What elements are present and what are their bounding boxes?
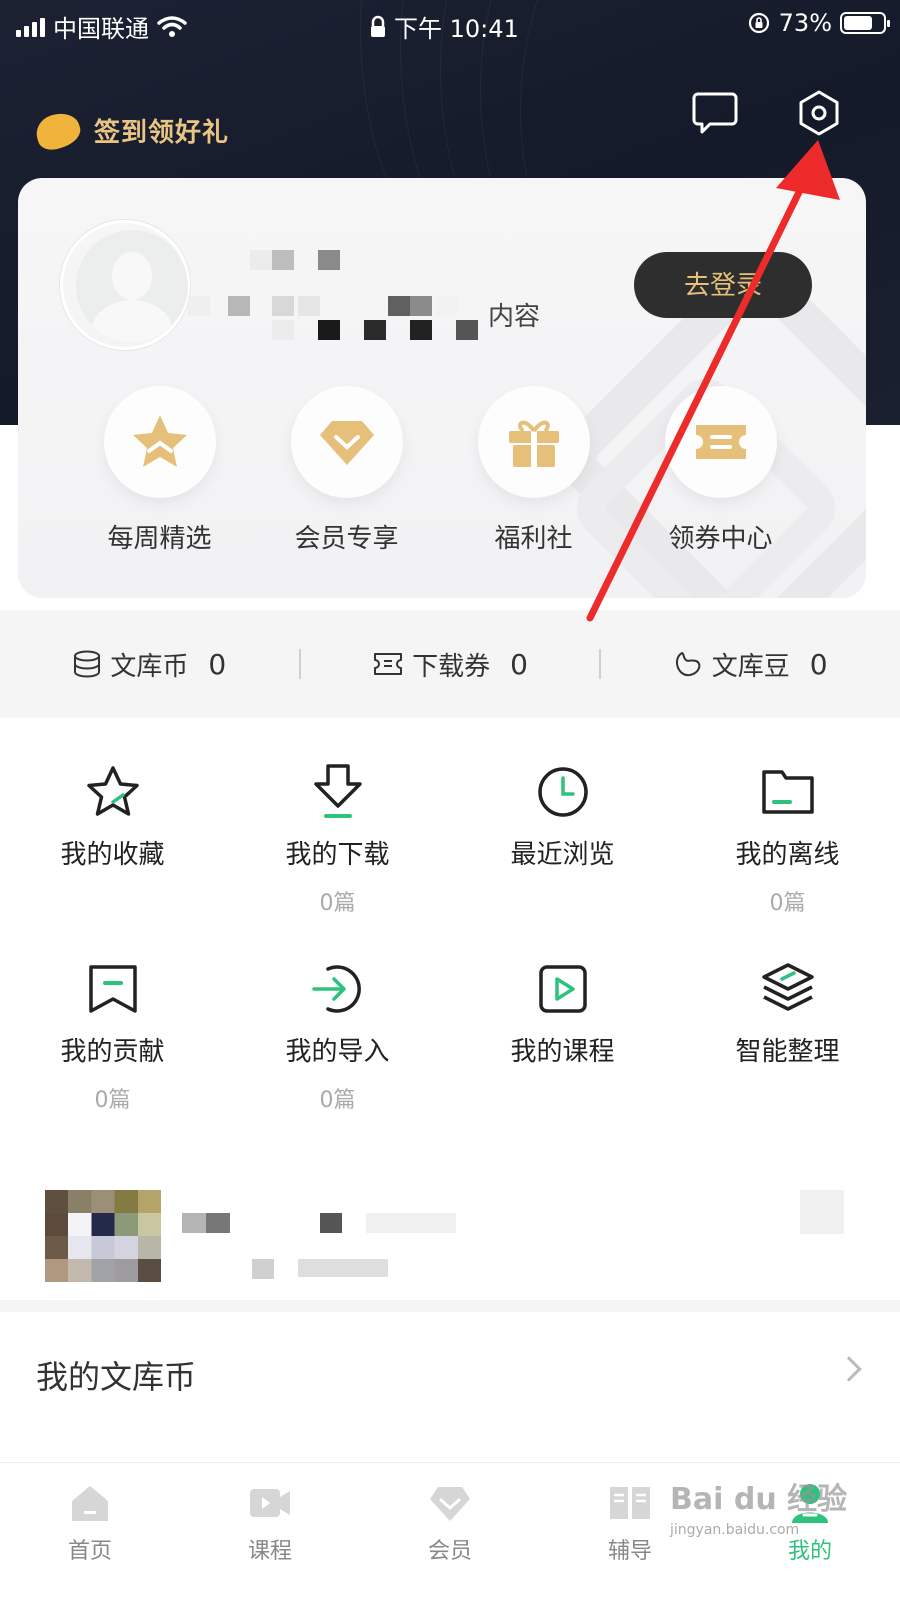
play-icon xyxy=(538,965,587,1013)
tab-label: 辅导 xyxy=(607,1539,652,1564)
tab-label: 课程 xyxy=(247,1539,292,1564)
recent-views[interactable]: 最近浏览 xyxy=(450,760,675,957)
avatar[interactable] xyxy=(76,230,188,342)
tab-label: 首页 xyxy=(67,1539,112,1564)
profile-card: 内容 去登录 每周精选 会员专享 福利社 领券中心 xyxy=(18,178,866,598)
rotation-lock-icon xyxy=(748,12,769,34)
star-outline-icon xyxy=(86,766,139,816)
bookmark-icon xyxy=(88,965,137,1013)
promo-banner-blurred[interactable] xyxy=(0,1165,900,1300)
counter-value: 0 xyxy=(208,647,227,681)
perk-row: 每周精选 会员专享 福利社 领券中心 xyxy=(18,386,866,555)
download-icon xyxy=(313,764,362,818)
promo-title-blur xyxy=(366,1213,456,1233)
promo-thumbnail-blur xyxy=(45,1190,161,1282)
clock-label: 下午 10:41 xyxy=(394,15,519,43)
ticket-icon xyxy=(695,425,746,459)
function-grid: 我的收藏 我的下载 0篇 最近浏览 我的离线 0篇 我的贡献 0篇 我的导入 0… xyxy=(0,760,900,1154)
battery-icon xyxy=(840,12,890,34)
voucher-icon xyxy=(374,653,403,675)
tab-home[interactable]: 首页 xyxy=(0,1463,180,1600)
my-wenku-coin-row[interactable]: 我的文库币 xyxy=(0,1312,900,1430)
counter-label: 文库豆 xyxy=(711,651,790,682)
gift-icon xyxy=(508,420,559,467)
perk-label: 领券中心 xyxy=(668,524,773,554)
my-favorites[interactable]: 我的收藏 xyxy=(0,760,225,957)
function-label: 最近浏览 xyxy=(510,840,615,870)
perk-member-exclusive[interactable]: 会员专享 xyxy=(253,386,440,555)
battery-percent: 73% xyxy=(778,9,832,37)
diamond-icon xyxy=(319,421,374,465)
promo-action-blur xyxy=(800,1190,844,1234)
function-count: 0篇 xyxy=(769,891,806,916)
watermark-url: jingyan.baidu.com xyxy=(670,1522,800,1538)
watermark-text: Bai du 经验 xyxy=(670,1482,848,1517)
wallet-row-label: 我的文库币 xyxy=(36,1358,197,1396)
my-imports[interactable]: 我的导入 0篇 xyxy=(225,957,450,1154)
function-label: 我的下载 xyxy=(285,840,390,870)
layers-icon xyxy=(761,963,814,1011)
tab-membership[interactable]: 会员 xyxy=(360,1463,540,1600)
section-gap xyxy=(0,1300,900,1312)
perk-coupon-center[interactable]: 领券中心 xyxy=(627,386,814,555)
my-courses[interactable]: 我的课程 xyxy=(450,957,675,1154)
bean-icon xyxy=(31,107,85,154)
baidu-jingyan-watermark: Bai du 经验 jingyan.baidu.com xyxy=(670,1474,847,1538)
home-icon xyxy=(72,1486,108,1521)
counter-value: 0 xyxy=(809,647,828,681)
function-label: 我的课程 xyxy=(510,1037,615,1067)
star-icon xyxy=(132,415,187,467)
smart-organize[interactable]: 智能整理 xyxy=(675,957,900,1154)
my-offline[interactable]: 我的离线 0篇 xyxy=(675,760,900,957)
function-label: 智能整理 xyxy=(735,1037,840,1067)
checkin-label: 签到领好礼 xyxy=(94,118,230,148)
function-label: 我的导入 xyxy=(285,1037,390,1067)
import-icon xyxy=(311,965,361,1013)
function-label: 我的收藏 xyxy=(60,840,165,870)
promo-title-blur xyxy=(206,1213,230,1233)
bean-icon xyxy=(675,651,701,677)
carrier-label: 中国联通 xyxy=(53,15,149,43)
function-count: 0篇 xyxy=(94,1088,131,1113)
tab-label: 会员 xyxy=(427,1539,472,1564)
perk-label: 福利社 xyxy=(494,524,573,554)
checkin-button[interactable]: 签到领好礼 xyxy=(31,107,230,154)
login-tip: 内容 xyxy=(488,302,541,332)
wifi-icon xyxy=(157,15,187,37)
diamond-tab-icon xyxy=(430,1487,470,1521)
my-downloads[interactable]: 我的下载 0篇 xyxy=(225,760,450,957)
function-count: 0篇 xyxy=(319,891,356,916)
signal-icon xyxy=(16,17,45,37)
perk-label: 每周精选 xyxy=(107,524,212,554)
promo-subtitle-blur xyxy=(252,1259,274,1279)
function-count: 0篇 xyxy=(319,1088,356,1113)
promo-subtitle-blur xyxy=(298,1259,388,1277)
counter-label: 下载券 xyxy=(412,651,491,682)
chat-bubble-icon[interactable] xyxy=(690,88,740,138)
book-icon xyxy=(610,1487,650,1519)
folder-icon xyxy=(761,770,814,814)
counter-label: 文库币 xyxy=(110,651,189,682)
counter-value: 0 xyxy=(510,647,528,681)
lock-icon xyxy=(371,15,385,37)
status-bar: 中国联通 下午 10:41 73% xyxy=(0,0,900,46)
perk-weekly-picks[interactable]: 每周精选 xyxy=(66,386,253,555)
coin-stack-icon xyxy=(74,650,101,678)
function-label: 我的离线 xyxy=(735,840,840,870)
perk-welfare[interactable]: 福利社 xyxy=(440,386,627,555)
function-label: 我的贡献 xyxy=(60,1037,165,1067)
my-contributions[interactable]: 我的贡献 0篇 xyxy=(0,957,225,1154)
counter-download-voucher[interactable]: 下载券 0 xyxy=(301,646,600,683)
counter-wenku-coin[interactable]: 文库币 0 xyxy=(0,646,299,683)
chevron-right-icon xyxy=(836,1356,862,1382)
video-icon xyxy=(250,1489,290,1517)
tab-courses[interactable]: 课程 xyxy=(180,1463,360,1600)
clock-icon xyxy=(537,767,588,817)
perk-label: 会员专享 xyxy=(294,524,399,554)
promo-title-blur xyxy=(320,1213,342,1233)
settings-hexagon-icon[interactable] xyxy=(794,88,844,138)
counter-wenku-bean[interactable]: 文库豆 0 xyxy=(601,646,900,683)
login-button[interactable]: 去登录 xyxy=(634,252,812,318)
asset-counters: 文库币 0 下载券 0 文库豆 0 xyxy=(0,610,900,718)
